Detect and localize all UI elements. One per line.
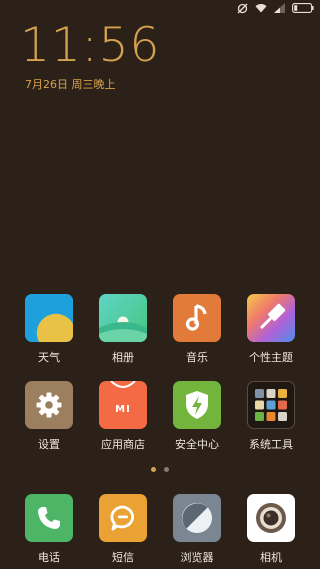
sync-off-icon — [237, 3, 248, 14]
clock-date: 7月26日 周三晚上 — [25, 78, 116, 91]
battery-icon — [292, 3, 314, 13]
status-bar — [0, 0, 320, 16]
store-icon: MI — [99, 381, 147, 429]
app-label: 短信 — [112, 551, 134, 564]
app-weather[interactable]: 天气 — [12, 294, 86, 365]
app-label: 个性主题 — [249, 351, 293, 364]
app-store[interactable]: MI 应用商店 — [86, 381, 160, 452]
app-row-1: 天气 相册 音乐 个性主题 — [0, 294, 320, 365]
app-camera[interactable]: 相机 — [234, 494, 308, 565]
app-settings[interactable]: 设置 — [12, 381, 86, 452]
music-icon — [173, 294, 221, 342]
page-dot-active — [151, 467, 156, 472]
app-row-2: 设置 MI 应用商店 安全中心 系统工具 — [0, 381, 320, 452]
page-dot — [164, 467, 169, 472]
browser-icon — [173, 494, 221, 542]
security-icon — [173, 381, 221, 429]
weather-icon — [25, 294, 73, 342]
app-tools-folder[interactable]: 系统工具 — [234, 381, 308, 452]
dock: 电话 短信 浏览器 相机 — [0, 494, 320, 565]
app-label: 安全中心 — [175, 438, 219, 451]
app-label: 相册 — [112, 351, 134, 364]
store-logo: MI — [115, 403, 131, 415]
app-label: 浏览器 — [180, 551, 214, 564]
messages-icon — [99, 494, 147, 542]
app-label: 相机 — [260, 551, 282, 564]
gear-icon — [25, 381, 73, 429]
signal-icon — [274, 3, 285, 13]
page-indicator — [0, 467, 320, 472]
app-phone[interactable]: 电话 — [12, 494, 86, 565]
phone-icon — [25, 494, 73, 542]
app-browser[interactable]: 浏览器 — [160, 494, 234, 565]
camera-icon — [247, 494, 295, 542]
app-label: 设置 — [38, 438, 60, 451]
app-label: 应用商店 — [101, 438, 145, 451]
clock-time: 11:56 — [20, 18, 161, 73]
app-messages[interactable]: 短信 — [86, 494, 160, 565]
themes-icon — [247, 294, 295, 342]
app-gallery[interactable]: 相册 — [86, 294, 160, 365]
wifi-icon — [255, 3, 267, 13]
app-security[interactable]: 安全中心 — [160, 381, 234, 452]
app-label: 系统工具 — [249, 438, 293, 451]
app-themes[interactable]: 个性主题 — [234, 294, 308, 365]
gallery-icon — [99, 294, 147, 342]
app-label: 音乐 — [186, 351, 208, 364]
app-label: 天气 — [38, 351, 60, 364]
app-music[interactable]: 音乐 — [160, 294, 234, 365]
app-label: 电话 — [38, 551, 60, 564]
tools-folder-icon — [247, 381, 295, 429]
